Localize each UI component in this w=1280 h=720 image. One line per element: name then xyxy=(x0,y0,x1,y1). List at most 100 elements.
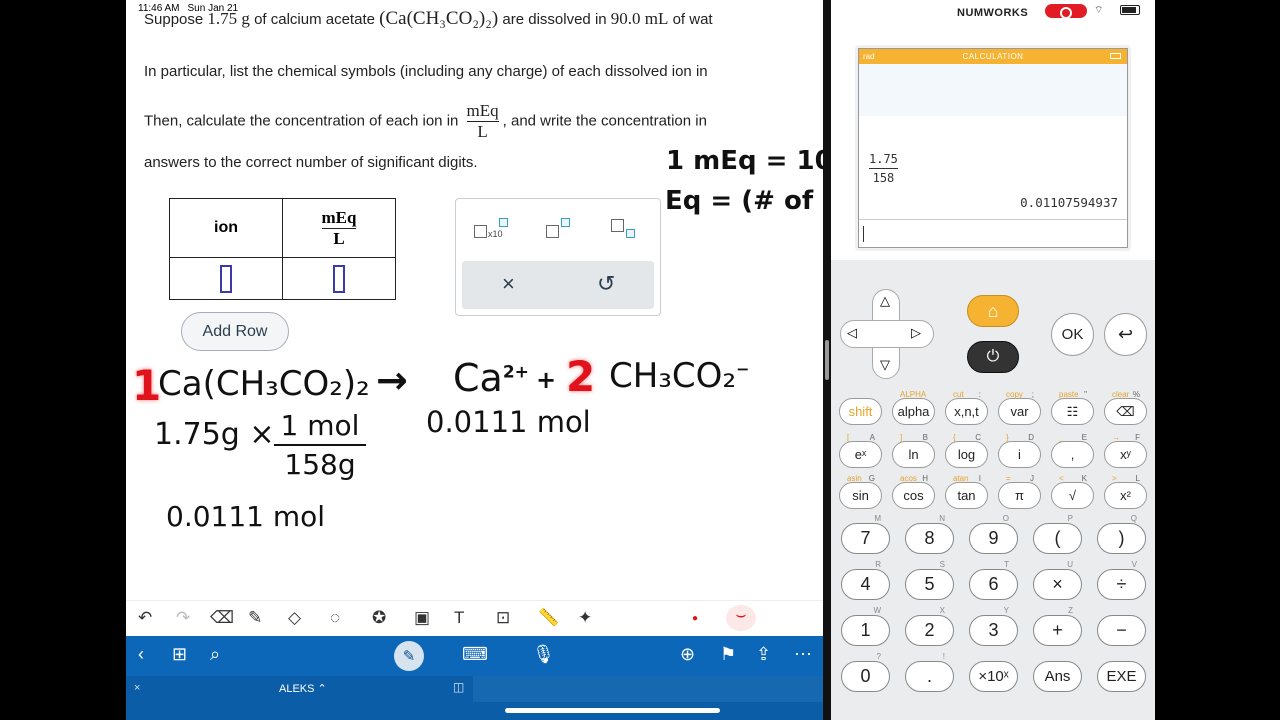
arrow-left-icon[interactable]: ◁ xyxy=(847,325,857,341)
laser-pointer-icon[interactable]: ✦ xyxy=(578,608,592,628)
key-num-3-0[interactable]: 0? xyxy=(841,652,890,692)
pen-color-icon[interactable]: ⌣ xyxy=(726,605,756,631)
key-label: EXE xyxy=(1106,668,1137,685)
key-num-0-1[interactable]: 8N xyxy=(905,514,954,554)
search-icon[interactable]: ⌕ xyxy=(210,644,220,665)
screen-record-icon[interactable] xyxy=(1045,4,1087,19)
grid-icon[interactable]: ⊞ xyxy=(172,644,187,665)
q1-mass: 1.75 g xyxy=(207,9,250,28)
conc-input-box[interactable] xyxy=(333,264,345,293)
key-row1-3[interactable]: var copy; xyxy=(998,390,1041,425)
key-row3-4[interactable]: √ < K xyxy=(1051,474,1094,509)
key-row3-3[interactable]: π = J xyxy=(998,474,1041,509)
more-icon[interactable]: ⋯ xyxy=(794,644,812,665)
tab-aleks[interactable]: ALEKS ⌃ xyxy=(279,682,327,695)
key-num-1-3[interactable]: × U xyxy=(1033,560,1082,600)
microphone-icon[interactable]: 🎙 xyxy=(532,644,555,665)
key-num-1-4[interactable]: ÷ V xyxy=(1097,560,1146,600)
back-chevron-icon[interactable]: ‹ xyxy=(138,644,144,665)
key-num-3-4[interactable]: EXE xyxy=(1097,661,1146,692)
calc-input-fraction[interactable]: 1.75 158 xyxy=(869,152,898,185)
input-cursor[interactable] xyxy=(863,226,864,242)
screen-divider xyxy=(859,219,1127,220)
key-row3-2[interactable]: tan atan I xyxy=(945,474,988,509)
key-row1-0[interactable]: shift xyxy=(839,398,882,425)
split-view-icon[interactable]: ◫ xyxy=(453,680,464,694)
key-num-3-1[interactable]: .! xyxy=(905,652,954,692)
back-button[interactable]: ↩ xyxy=(1104,313,1147,356)
key-num-2-4[interactable]: − xyxy=(1097,615,1146,646)
share-icon[interactable]: ⇪ xyxy=(756,644,771,665)
scan-icon[interactable]: ⊡ xyxy=(496,608,510,628)
key-row1-5[interactable]: ⌫ clear% xyxy=(1104,390,1147,425)
eraser-icon[interactable]: ⌫ xyxy=(210,608,234,628)
key-num-2-3[interactable]: + Z xyxy=(1033,606,1082,646)
key-num-3-3[interactable]: Ans xyxy=(1033,661,1082,692)
key-num-1-0[interactable]: 4R xyxy=(841,560,890,600)
key-row1-2[interactable]: x,n,t cut: xyxy=(945,390,988,425)
key-row2-1[interactable]: ln] B xyxy=(892,433,935,468)
calc-result[interactable]: 0.01107594937 xyxy=(1020,195,1118,210)
key-label: 0 xyxy=(860,666,871,686)
key-row2-3[interactable]: i} D xyxy=(998,433,1041,468)
superscript-button[interactable] xyxy=(544,217,580,241)
image-icon[interactable]: ▣ xyxy=(414,608,430,628)
key-alpha-label: H xyxy=(922,474,928,483)
undo-arrow-icon[interactable]: ↶ xyxy=(138,608,152,628)
add-row-button[interactable]: Add Row xyxy=(181,312,289,351)
power-button[interactable]: ⏻ xyxy=(967,341,1019,373)
ruler-icon[interactable]: 📏 xyxy=(538,608,559,628)
home-button[interactable]: ⌂ xyxy=(967,295,1019,327)
keyboard-icon[interactable]: ⌨ xyxy=(462,644,488,665)
arrow-up-icon[interactable]: △ xyxy=(880,293,890,309)
pencil-mode-icon[interactable]: ✎ xyxy=(394,641,424,671)
ok-button[interactable]: OK xyxy=(1051,313,1094,356)
bookmark-icon[interactable]: ⚑ xyxy=(720,644,736,665)
key-row2-0[interactable]: eˣ [A xyxy=(839,433,882,468)
color-dot-icon[interactable]: ● xyxy=(692,613,698,624)
key-row3-5[interactable]: x² > L xyxy=(1104,474,1147,509)
close-tab-icon[interactable]: × xyxy=(134,682,140,694)
key-num-0-4[interactable]: ) Q xyxy=(1097,514,1146,554)
redo-arrow-icon[interactable]: ↷ xyxy=(176,608,190,628)
key-num-2-1[interactable]: 2X xyxy=(905,606,954,646)
key-alpha-label: % xyxy=(1132,390,1140,399)
undo-icon[interactable]: ↺ xyxy=(597,271,615,297)
split-divider-handle[interactable] xyxy=(825,340,829,380)
key-row3-0[interactable]: sin asin G xyxy=(839,474,882,509)
key-row1-4[interactable]: ☷ paste " xyxy=(1051,390,1094,425)
subscript-button[interactable] xyxy=(609,217,645,241)
question-line-1: Suppose 1.75 g of calcium acetate (Ca(CH… xyxy=(144,8,713,30)
times-ten-power-button[interactable]: x10 xyxy=(472,217,508,241)
conc-input-cell[interactable] xyxy=(282,257,396,300)
textbox-icon[interactable]: T xyxy=(454,608,464,628)
key-row2-2[interactable]: log{C xyxy=(945,433,988,468)
key-num-2-2[interactable]: 3Y xyxy=(969,606,1018,646)
key-num-0-0[interactable]: 7M xyxy=(841,514,890,554)
key-num-1-2[interactable]: 6T xyxy=(969,560,1018,600)
add-page-icon[interactable]: ⊕ xyxy=(680,644,695,665)
key-num-1-1[interactable]: 5S xyxy=(905,560,954,600)
shapes-icon[interactable]: ◇ xyxy=(288,608,301,628)
sticker-icon[interactable]: ✪ xyxy=(372,608,386,628)
key-num-0-2[interactable]: 9O xyxy=(969,514,1018,554)
calc-input-den: 158 xyxy=(872,171,895,185)
key-row2-4[interactable]: , _ E xyxy=(1051,433,1094,468)
ion-input-cell[interactable] xyxy=(169,257,283,300)
key-row1-1[interactable]: alpha ALPHA xyxy=(892,390,935,425)
pen-icon[interactable]: ✎ xyxy=(248,608,262,628)
conc-unit-num: mEq xyxy=(321,207,357,227)
key-shift-label: → xyxy=(1112,433,1120,442)
key-num-3-2[interactable]: ×10ˣ xyxy=(969,661,1018,692)
key-alpha-label: N xyxy=(939,514,945,523)
hw-coef-2: 2 xyxy=(566,352,596,401)
arrow-right-icon[interactable]: ▷ xyxy=(911,325,921,341)
key-row3-1[interactable]: cos acos H xyxy=(892,474,935,509)
clear-icon[interactable]: × xyxy=(502,271,515,297)
lasso-icon[interactable]: ◌ xyxy=(330,608,340,628)
ion-input-box[interactable] xyxy=(220,264,232,293)
key-row2-5[interactable]: xʸ → F xyxy=(1104,433,1147,468)
key-num-0-3[interactable]: (P xyxy=(1033,514,1082,554)
arrow-down-icon[interactable]: ▽ xyxy=(880,357,890,373)
key-num-2-0[interactable]: 1W xyxy=(841,606,890,646)
